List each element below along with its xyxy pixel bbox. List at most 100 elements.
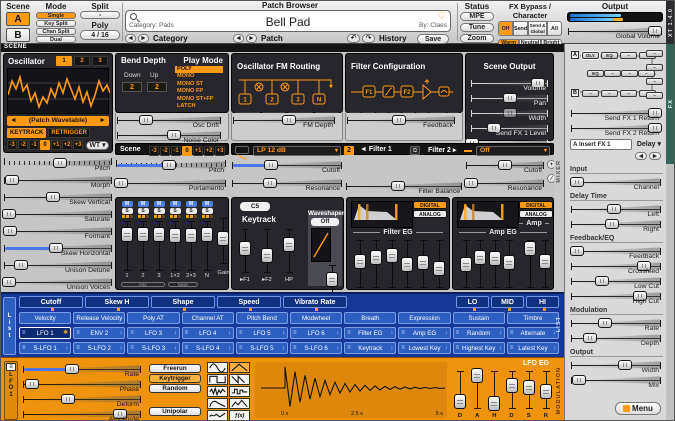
unison-detune-slider[interactable]: Unison Detune — [3, 258, 113, 273]
route-indicator[interactable] — [200, 215, 214, 218]
mod-source-s-lfo-3[interactable]: ≡S-LFO 3↓ — [127, 342, 179, 354]
solo-button[interactable]: S — [138, 208, 149, 214]
wavetable-prev-icon[interactable]: ◄ — [10, 116, 17, 126]
a-fader[interactable]: A — [459, 239, 468, 289]
lfo-shape-sine-icon[interactable] — [207, 362, 228, 373]
scene-octave-2[interactable]: +2 — [204, 146, 214, 156]
mod-source-expression[interactable]: Expression — [398, 312, 450, 324]
route-indicator[interactable] — [168, 215, 182, 218]
unison-voices-slider[interactable]: Unison Voices — [3, 275, 113, 290]
morph-slider[interactable]: Morph — [3, 173, 113, 188]
mod-source-lfo-6[interactable]: ≡LFO 6↓ — [290, 327, 342, 339]
lfo-shape-envelope-icon[interactable] — [207, 398, 228, 409]
filter2-tab[interactable]: Filter 2 ▸ — [428, 146, 456, 154]
mode-chan-split-button[interactable]: Chan Split — [36, 28, 76, 35]
mode-single-button[interactable]: Single — [36, 12, 76, 19]
analog-button[interactable]: ANALOG — [413, 210, 447, 218]
width-slider[interactable]: Width — [470, 106, 549, 121]
retrigger-toggle[interactable]: RETRIGGER — [48, 128, 90, 138]
a-fader[interactable]: A — [470, 370, 484, 410]
scene-a-button[interactable]: A — [6, 12, 30, 26]
waveshaper-type[interactable]: Off — [311, 218, 339, 226]
osc-waveform-display[interactable] — [7, 68, 109, 114]
f2-fader[interactable]: ▸F2 — [260, 228, 275, 274]
fader-fader[interactable] — [216, 217, 231, 265]
patch-search-box[interactable]: Category: Pads Bell Pad ♡ By: Claes — [125, 10, 451, 32]
wavetable-next-icon[interactable]: ► — [99, 116, 106, 126]
fx-bypass-off[interactable]: Off — [498, 21, 513, 36]
hp-fader[interactable]: HP — [282, 228, 297, 274]
width-slider[interactable]: Width — [570, 358, 662, 373]
mod-source-lfo-4[interactable]: ≡LFO 4↓ — [182, 327, 234, 339]
d-fader[interactable]: D — [473, 239, 482, 289]
lfo-waveform-display[interactable]: 0 s2.5 s5 s — [255, 362, 447, 418]
f2-fader[interactable]: ▸F2 — [432, 239, 443, 289]
gain-fader[interactable]: Gain — [538, 239, 547, 289]
filter-copy-icon[interactable]: ⧉ — [410, 146, 420, 155]
play-mode-latch[interactable]: LATCH — [175, 103, 223, 110]
mod-source-filter-eg[interactable]: ≡Filter EG↓ — [344, 327, 396, 339]
keytrack-toggle[interactable]: KEYTRACK — [7, 128, 46, 138]
d-fader[interactable]: D — [369, 239, 380, 289]
osc-tab-1[interactable]: 1 — [56, 56, 72, 66]
mod-source-s-lfo-5[interactable]: ≡S-LFO 5↓ — [236, 342, 288, 354]
solo-button[interactable]: S — [170, 208, 181, 214]
cutoff-slider[interactable]: Cutoff — [231, 158, 343, 173]
d-fader[interactable]: D — [505, 370, 519, 410]
mpe-button[interactable]: MPE — [460, 12, 494, 21]
formant-slider[interactable]: Formant — [3, 224, 113, 239]
r-fader[interactable]: R — [400, 239, 411, 289]
filter2-type-dropdown[interactable]: Off — [476, 146, 550, 156]
route-indicator[interactable] — [120, 215, 134, 218]
mute-button[interactable]: M — [154, 201, 165, 207]
lfo-unipolar-button[interactable]: Unipolar — [149, 407, 201, 416]
left-slider[interactable]: Left — [570, 202, 662, 217]
keytrack-root-note[interactable]: C5 — [240, 202, 270, 211]
osc-octave-2[interactable]: -2 — [18, 140, 28, 150]
category-prev-button[interactable]: ◄ — [125, 34, 136, 43]
patch-next-button[interactable]: ► — [246, 34, 257, 43]
pan-slider[interactable]: Pan — [470, 91, 549, 106]
osc-tab-3[interactable]: 3 — [92, 56, 108, 66]
saturate-slider[interactable]: Saturate — [3, 207, 113, 222]
fx-type-dropdown[interactable]: Delay ▾ — [637, 140, 661, 148]
solo-button[interactable]: S — [154, 208, 165, 214]
mod-source-channel-at[interactable]: Channel AT — [182, 312, 234, 324]
amplitude-slider[interactable]: Amplitude — [22, 407, 142, 421]
cutoff-slider[interactable]: Cutoff — [465, 158, 545, 173]
high-cut-slider[interactable]: High Cut — [570, 289, 662, 304]
digital-button[interactable]: DIGITAL — [413, 201, 447, 209]
feedback-slider[interactable]: Feedback — [570, 244, 662, 259]
s-fader[interactable]: S — [488, 239, 497, 289]
play-mode-mono[interactable]: MONO — [175, 73, 223, 80]
depth-slider[interactable]: Depth — [570, 331, 662, 346]
scene-octave-1[interactable]: -1 — [171, 146, 181, 156]
resonance-slider[interactable]: Resonance — [231, 176, 343, 191]
mod-source-release-velocity[interactable]: Release Velocity — [73, 312, 125, 324]
lfo-trigger-keytrigger[interactable]: Keytrigger — [149, 374, 201, 383]
mod-source-random[interactable]: ≡Random↓ — [453, 327, 505, 339]
osc-octave-1[interactable]: -1 — [29, 140, 39, 150]
fader-fader[interactable] — [152, 220, 167, 272]
mod-source-s-lfo-4[interactable]: ≡S-LFO 4↓ — [182, 342, 234, 354]
r-fader[interactable]: R — [539, 370, 553, 410]
mod-source-s-lfo-1[interactable]: ≡S-LFO 1↓ — [19, 342, 71, 354]
osc-tab-2[interactable]: 2 — [74, 56, 90, 66]
mod-target-cutoff[interactable]: Cutoff — [19, 296, 83, 308]
pitch-slider[interactable]: Pitch — [115, 158, 227, 173]
mod-list-tab[interactable]: List — [3, 297, 16, 355]
solo-button[interactable]: S — [122, 208, 133, 214]
fx-bypass-send[interactable]: Send — [513, 21, 528, 36]
digital-button[interactable]: DIGITAL — [519, 201, 553, 209]
send-fx-2-return-slider[interactable]: Send FX 2 Return — [570, 121, 662, 136]
a-fader[interactable]: A — [353, 239, 364, 289]
channel-slider[interactable]: Channel — [570, 175, 662, 190]
fx-bypass-send-global[interactable]: Send & Global — [528, 21, 547, 36]
mod-source-s-lfo-2[interactable]: ≡S-LFO 2↓ — [73, 342, 125, 354]
patch-prev-button[interactable]: ◄ — [233, 34, 244, 43]
volume-slider[interactable]: Volume — [470, 76, 549, 91]
lfo-shape-triangle-icon[interactable] — [229, 362, 250, 373]
scene-octave-1[interactable]: +1 — [193, 146, 203, 156]
mod-macro-mid[interactable]: MID — [491, 296, 524, 308]
mod-source-lfo-3[interactable]: ≡LFO 3↓ — [127, 327, 179, 339]
